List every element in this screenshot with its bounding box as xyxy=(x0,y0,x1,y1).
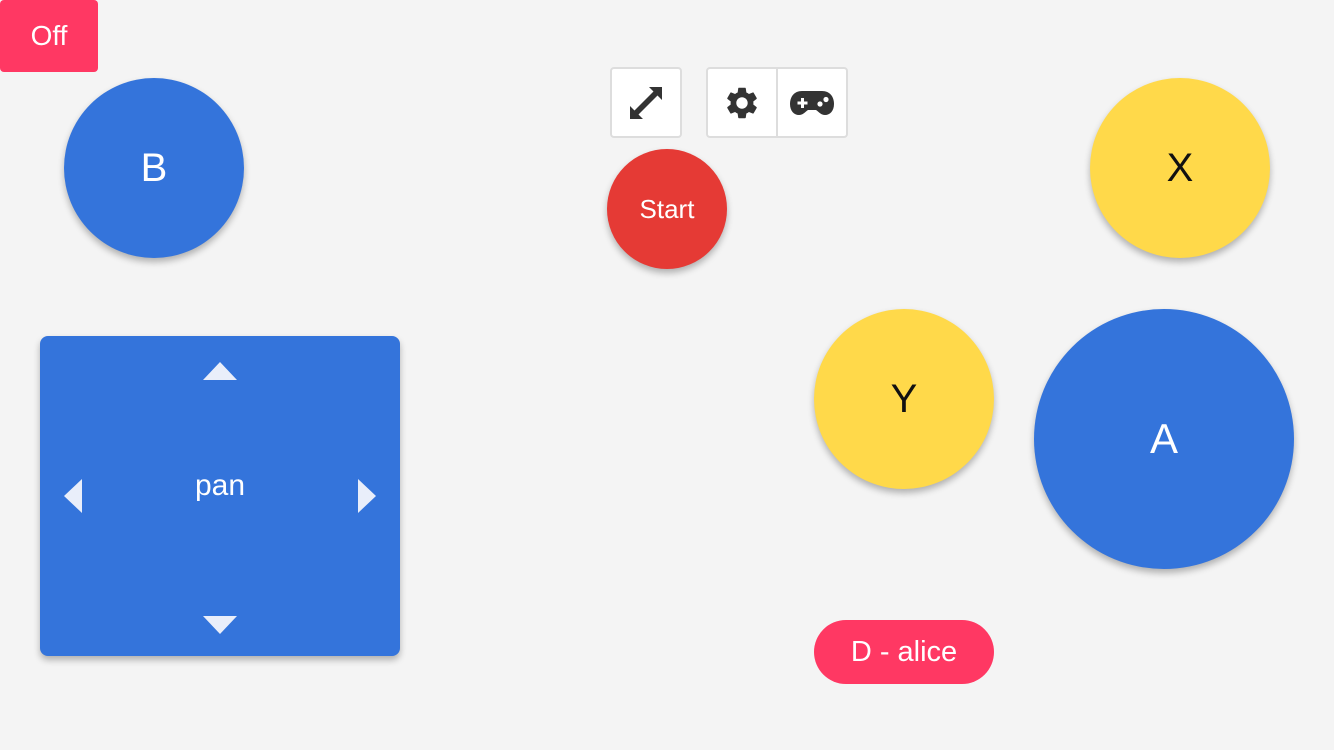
power-off-button[interactable]: Off xyxy=(0,0,98,72)
gear-icon xyxy=(727,87,757,118)
gamepad-icon xyxy=(790,90,834,115)
tool-group xyxy=(706,67,848,138)
start-button[interactable]: Start xyxy=(607,149,727,269)
fullscreen-button[interactable] xyxy=(610,67,682,138)
arrow-right-icon xyxy=(358,479,376,513)
b-button[interactable]: B xyxy=(64,78,244,258)
arrow-up-icon xyxy=(203,362,237,380)
a-button[interactable]: A xyxy=(1034,309,1294,569)
arrow-down-icon xyxy=(203,616,237,634)
settings-button[interactable] xyxy=(708,69,776,136)
expand-arrows-icon xyxy=(630,86,662,119)
pan-dpad[interactable]: pan xyxy=(40,336,400,656)
dpad-label: pan xyxy=(194,469,246,502)
x-button[interactable]: X xyxy=(1090,78,1270,258)
y-button[interactable]: Y xyxy=(814,309,994,489)
controller-button[interactable] xyxy=(776,69,846,136)
player-badge[interactable]: D - alice xyxy=(814,620,994,684)
